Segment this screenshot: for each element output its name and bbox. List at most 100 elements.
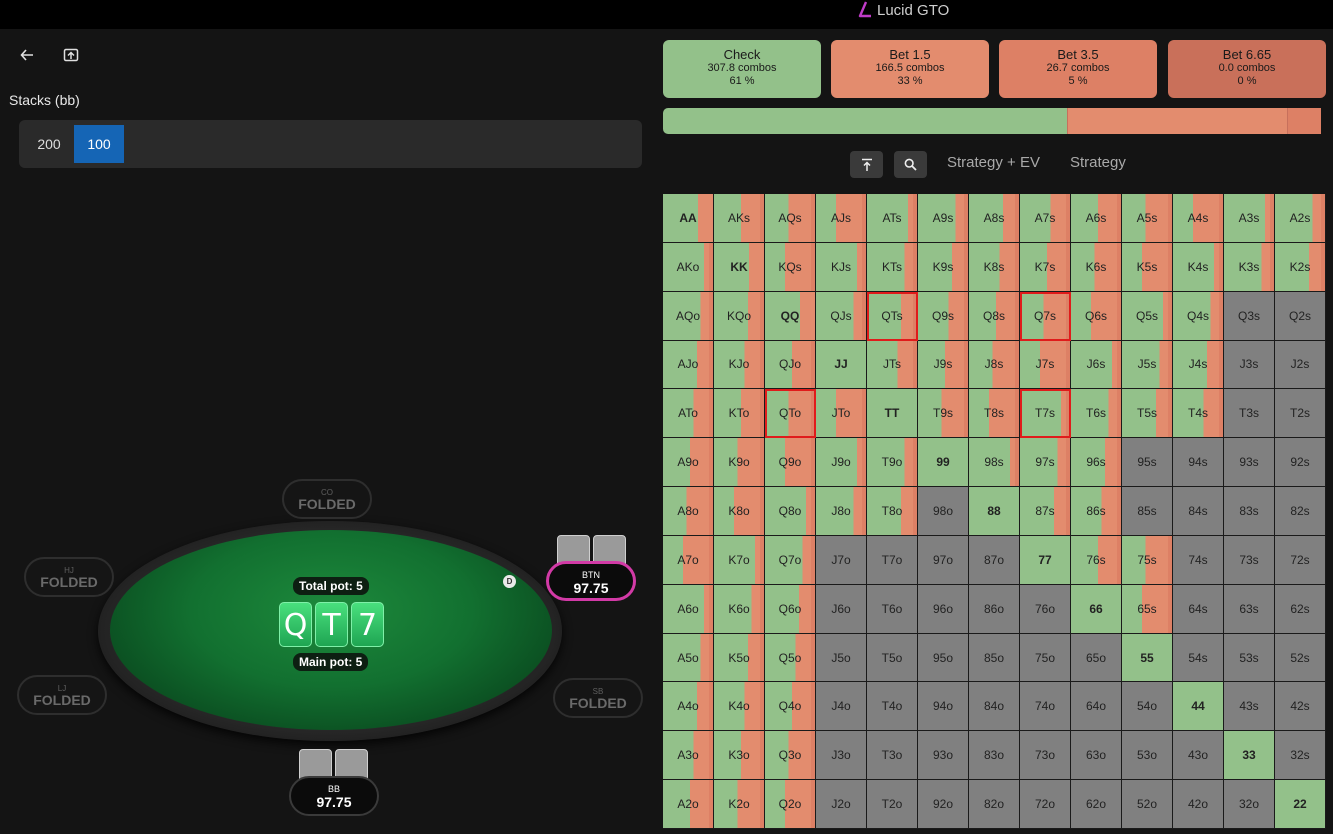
hand-cell[interactable]: Q5o [765, 633, 816, 683]
hand-cell[interactable]: 94o [918, 682, 969, 732]
hand-cell[interactable]: KTo [714, 389, 765, 439]
hand-cell[interactable]: T9o [867, 438, 918, 488]
hand-cell[interactable]: Q3s [1224, 291, 1275, 341]
hand-cell[interactable]: Q9o [765, 438, 816, 488]
hand-cell[interactable]: 73s [1224, 535, 1275, 585]
hand-cell[interactable]: Q8o [765, 487, 816, 536]
seat-co[interactable]: CO FOLDED [282, 479, 372, 519]
hand-cell[interactable]: 33 [1224, 731, 1275, 781]
hand-cell[interactable]: Q7o [765, 535, 816, 585]
hand-cell[interactable]: T9s [918, 389, 969, 439]
hand-cell[interactable]: 72o [1020, 780, 1071, 829]
hand-cell[interactable]: T6s [1071, 389, 1122, 439]
action-bet-6.65-button[interactable]: Bet 6.65 0.0 combos 0 % [1168, 40, 1326, 98]
hand-cell[interactable]: Q4o [765, 682, 816, 732]
hand-cell[interactable]: 87o [969, 535, 1020, 585]
hand-cell[interactable]: 85o [969, 633, 1020, 683]
hand-cell[interactable]: 63s [1224, 584, 1275, 634]
hand-cell[interactable]: T5o [867, 633, 918, 683]
hand-cell[interactable]: J9o [816, 438, 867, 488]
hand-cell[interactable]: A7s [1020, 194, 1071, 243]
hand-cell[interactable]: A2o [663, 780, 714, 829]
hand-cell[interactable]: Q4s [1173, 291, 1224, 341]
back-button[interactable] [16, 44, 38, 66]
hand-cell[interactable]: Q2o [765, 780, 816, 829]
hand-cell[interactable]: 86s [1071, 487, 1122, 536]
hand-cell[interactable]: Q5s [1122, 291, 1173, 341]
hand-cell[interactable]: K7s [1020, 242, 1071, 292]
hand-cell[interactable]: K7o [714, 535, 765, 585]
hand-cell[interactable]: KJo [714, 340, 765, 390]
hand-cell[interactable]: J7o [816, 535, 867, 585]
hand-cell[interactable]: J9s [918, 340, 969, 390]
search-button[interactable] [894, 151, 927, 178]
hand-cell[interactable]: J5s [1122, 340, 1173, 390]
hand-cell[interactable]: 86o [969, 584, 1020, 634]
hand-cell[interactable]: K4o [714, 682, 765, 732]
hand-cell[interactable]: 93s [1224, 438, 1275, 488]
hand-cell[interactable]: 92o [918, 780, 969, 829]
hand-cell[interactable]: 75o [1020, 633, 1071, 683]
hand-cell[interactable]: 93o [918, 731, 969, 781]
hand-cell[interactable]: 73o [1020, 731, 1071, 781]
hand-cell[interactable]: 94s [1173, 438, 1224, 488]
hand-cell[interactable]: QTo [765, 389, 816, 439]
export-button[interactable] [60, 44, 82, 66]
hand-cell[interactable]: 75s [1122, 535, 1173, 585]
hand-cell[interactable]: T8o [867, 487, 918, 536]
hand-cell[interactable]: J4o [816, 682, 867, 732]
hand-cell[interactable]: 65s [1122, 584, 1173, 634]
hand-cell[interactable]: QJs [816, 291, 867, 341]
hand-cell[interactable]: 62o [1071, 780, 1122, 829]
hand-cell[interactable]: 83o [969, 731, 1020, 781]
hand-cell[interactable]: 76s [1071, 535, 1122, 585]
hand-cell[interactable]: A5o [663, 633, 714, 683]
hand-cell[interactable]: T3o [867, 731, 918, 781]
hand-cell[interactable]: 44 [1173, 682, 1224, 732]
hand-cell[interactable]: K5o [714, 633, 765, 683]
hand-cell[interactable]: 96s [1071, 438, 1122, 488]
hand-cell[interactable]: 53o [1122, 731, 1173, 781]
hand-cell[interactable]: 74s [1173, 535, 1224, 585]
hand-cell[interactable]: KQo [714, 291, 765, 341]
hand-cell[interactable]: K4s [1173, 242, 1224, 292]
hand-cell[interactable]: 55 [1122, 633, 1173, 683]
hand-cell[interactable]: J5o [816, 633, 867, 683]
hand-cell[interactable]: A3s [1224, 194, 1275, 243]
hand-cell[interactable]: J6o [816, 584, 867, 634]
hand-cell[interactable]: Q6s [1071, 291, 1122, 341]
seat-lj[interactable]: LJ FOLDED [17, 675, 107, 715]
hand-cell[interactable]: 66 [1071, 584, 1122, 634]
hand-cell[interactable]: KTs [867, 242, 918, 292]
hand-cell[interactable]: 87s [1020, 487, 1071, 536]
hand-cell[interactable]: KQs [765, 242, 816, 292]
hand-cell[interactable]: J2o [816, 780, 867, 829]
hand-cell[interactable]: 82s [1275, 487, 1326, 536]
hand-cell[interactable]: K2o [714, 780, 765, 829]
hand-cell[interactable]: AKs [714, 194, 765, 243]
hand-cell[interactable]: JJ [816, 340, 867, 390]
hand-cell[interactable]: A4o [663, 682, 714, 732]
hand-cell[interactable]: ATo [663, 389, 714, 439]
hand-cell[interactable]: 97o [918, 535, 969, 585]
hand-cell[interactable]: A5s [1122, 194, 1173, 243]
hand-cell[interactable]: 72s [1275, 535, 1326, 585]
hand-cell[interactable]: J8s [969, 340, 1020, 390]
hand-cell[interactable]: 96o [918, 584, 969, 634]
hand-cell[interactable]: 83s [1224, 487, 1275, 536]
hand-cell[interactable]: 32o [1224, 780, 1275, 829]
hand-cell[interactable]: 77 [1020, 535, 1071, 585]
hand-cell[interactable]: T8s [969, 389, 1020, 439]
hand-cell[interactable]: K8s [969, 242, 1020, 292]
hand-cell[interactable]: Q8s [969, 291, 1020, 341]
hand-cell[interactable]: K8o [714, 487, 765, 536]
hand-cell[interactable]: T4s [1173, 389, 1224, 439]
hand-cell[interactable]: QTs [867, 291, 918, 341]
hand-cell[interactable]: Q3o [765, 731, 816, 781]
hand-cell[interactable]: TT [867, 389, 918, 439]
stack-option-200[interactable]: 200 [29, 125, 69, 163]
hand-cell[interactable]: 42s [1275, 682, 1326, 732]
hand-cell[interactable]: 95o [918, 633, 969, 683]
hand-cell[interactable]: A6s [1071, 194, 1122, 243]
seat-btn[interactable]: BTN 97.75 [546, 561, 636, 601]
